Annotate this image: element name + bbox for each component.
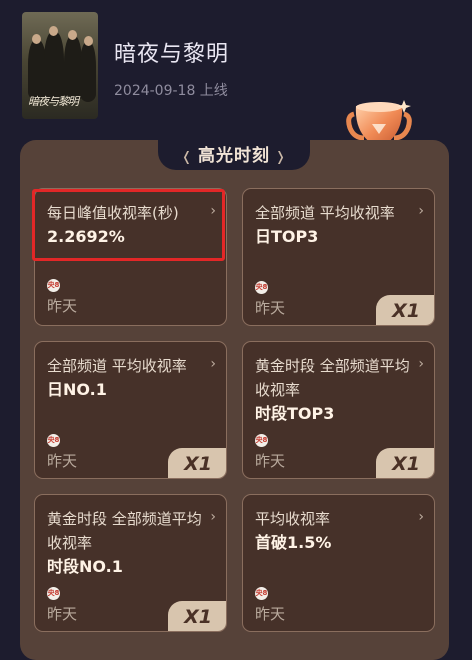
panel-title-text: 高光时刻 <box>198 146 270 166</box>
card-label-text: 黄金时段 全部频道平均收视率 <box>47 510 202 552</box>
card-value: 首破1.5% <box>255 533 332 552</box>
channel-icon: 央8 <box>255 434 268 447</box>
card-label-text: 全部频道 平均收视率 <box>255 204 395 222</box>
highlight-outline <box>32 189 225 261</box>
card-time: 昨天 <box>47 605 78 623</box>
card-label: 全部频道 平均收视率 日TOP3 <box>255 201 415 249</box>
card-label-text: 平均收视率 <box>255 510 331 528</box>
card-label-text: 全部频道 平均收视率 <box>47 357 187 375</box>
chevron-right-icon: › <box>210 356 216 372</box>
card-time: 昨天 <box>255 299 286 317</box>
card-label: 黄金时段 全部频道平均收视率 时段NO.1 <box>47 507 207 579</box>
chevron-right-icon: › <box>418 509 424 525</box>
show-poster[interactable]: 暗夜与黎明 <box>22 12 98 119</box>
poster-figure <box>44 32 64 102</box>
card-label-text: 黄金时段 全部频道平均收视率 <box>255 357 410 399</box>
channel-icon: 央8 <box>47 587 60 600</box>
highlight-card[interactable]: 黄金时段 全部频道平均收视率 时段TOP3 › 央8 昨天 X1 <box>242 341 435 479</box>
card-time: 昨天 <box>47 452 78 470</box>
highlight-card[interactable]: 平均收视率 首破1.5% › 央8 昨天 <box>242 494 435 632</box>
channel-icon: 央8 <box>255 281 268 294</box>
card-value: 日TOP3 <box>255 227 319 246</box>
channel-icon: 央8 <box>47 434 60 447</box>
count-badge: X1 <box>168 448 226 478</box>
title-deco-right: ❭ <box>275 150 287 165</box>
show-title: 暗夜与黎明 <box>114 42 230 67</box>
highlight-card[interactable]: 全部频道 平均收视率 日TOP3 › 央8 昨天 X1 <box>242 188 435 326</box>
chevron-right-icon: › <box>418 356 424 372</box>
poster-face <box>84 36 93 46</box>
card-value: 时段NO.1 <box>47 557 123 576</box>
card-time: 昨天 <box>255 452 286 470</box>
release-date: 2024-09-18 上线 <box>114 83 228 99</box>
card-time: 昨天 <box>47 297 78 315</box>
poster-face <box>32 34 41 44</box>
card-label: 全部频道 平均收视率 日NO.1 <box>47 354 207 402</box>
poster-face <box>68 30 77 40</box>
highlight-card[interactable]: 黄金时段 全部频道平均收视率 时段NO.1 › 央8 昨天 X1 <box>34 494 227 632</box>
channel-icon: 央8 <box>255 587 268 600</box>
card-value: 时段TOP3 <box>255 404 335 423</box>
panel-title: ❬ 高光时刻 ❭ <box>158 141 310 166</box>
poster-title: 暗夜与黎明 <box>28 95 79 108</box>
count-badge: X1 <box>376 448 434 478</box>
card-time: 昨天 <box>255 605 286 623</box>
chevron-right-icon: › <box>210 509 216 525</box>
card-value: 日NO.1 <box>47 380 107 399</box>
highlight-card[interactable]: 全部频道 平均收视率 日NO.1 › 央8 昨天 X1 <box>34 341 227 479</box>
count-badge: X1 <box>376 295 434 325</box>
title-deco-left: ❬ <box>181 150 193 165</box>
chevron-right-icon: › <box>418 203 424 219</box>
card-label: 黄金时段 全部频道平均收视率 时段TOP3 <box>255 354 415 426</box>
poster-face <box>49 26 58 36</box>
card-label: 平均收视率 首破1.5% <box>255 507 415 555</box>
channel-icon: 央8 <box>47 279 60 292</box>
count-badge: X1 <box>168 601 226 631</box>
